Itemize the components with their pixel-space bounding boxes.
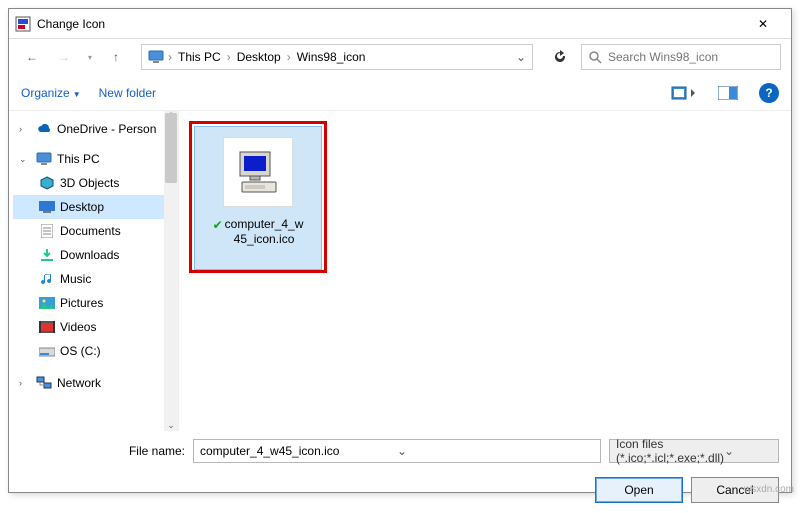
dialog-window: Change Icon ✕ ← → ▾ ↑ › This PC › Deskto… <box>8 8 792 493</box>
tree-label: Downloads <box>60 248 119 262</box>
file-pane[interactable]: ✔ computer_4_w45_icon.ico <box>179 111 791 431</box>
close-button[interactable]: ✕ <box>741 10 785 38</box>
tree-label: Documents <box>60 224 121 238</box>
tree-label: Network <box>57 376 101 390</box>
tree-label: Pictures <box>60 296 103 310</box>
new-folder-button[interactable]: New folder <box>99 86 156 100</box>
monitor-icon <box>148 50 164 64</box>
tree-label: Music <box>60 272 91 286</box>
sync-check-icon: ✔ <box>213 218 223 233</box>
organize-menu[interactable]: Organize▼ <box>21 86 81 100</box>
help-button[interactable]: ? <box>759 83 779 103</box>
drive-icon <box>39 343 55 359</box>
refresh-button[interactable] <box>545 44 575 70</box>
tree-network[interactable]: › Network <box>13 371 178 395</box>
crumb-desktop[interactable]: Desktop <box>235 48 283 66</box>
filetype-filter[interactable]: Icon files (*.ico;*.icl;*.exe;*.dll) ⌄ <box>609 439 779 463</box>
chevron-down-icon[interactable]: ⌄ <box>724 444 772 458</box>
video-icon <box>39 319 55 335</box>
tree-onedrive[interactable]: › OneDrive - Person <box>13 117 178 141</box>
window-title: Change Icon <box>37 17 741 31</box>
watermark: wsxdn.com <box>744 484 794 495</box>
crumb-folder[interactable]: Wins98_icon <box>295 48 368 66</box>
open-button[interactable]: Open <box>595 477 683 503</box>
download-icon <box>39 247 55 263</box>
search-input[interactable] <box>608 50 774 64</box>
tree-thispc[interactable]: ⌄ This PC <box>13 147 178 171</box>
monitor-icon <box>36 151 52 167</box>
chevron-right-icon: › <box>287 50 291 64</box>
breadcrumb[interactable]: › This PC › Desktop › Wins98_icon ⌄ <box>141 44 533 70</box>
chevron-right-icon: › <box>227 50 231 64</box>
filetype-value: Icon files (*.ico;*.icl;*.exe;*.dll) <box>616 437 724 465</box>
file-item[interactable]: ✔ computer_4_w45_icon.ico <box>194 126 322 270</box>
document-icon <box>39 223 55 239</box>
view-mode-button[interactable] <box>671 82 697 104</box>
title-bar: Change Icon ✕ <box>9 9 791 39</box>
file-thumbnail <box>223 137 293 207</box>
search-icon <box>588 50 602 64</box>
music-icon <box>39 271 55 287</box>
history-dropdown[interactable]: ▾ <box>83 44 97 70</box>
sidebar-scrollbar[interactable]: ⌃ ⌄ <box>164 111 178 431</box>
tree-label: Videos <box>60 320 96 334</box>
chevron-down-icon: ⌄ <box>19 154 31 165</box>
folder-tree: › OneDrive - Person ⌄ This PC 3D Objects <box>9 117 178 395</box>
chevron-down-icon[interactable]: ⌄ <box>397 444 594 458</box>
crumb-thispc[interactable]: This PC <box>176 48 223 66</box>
pictures-icon <box>39 295 55 311</box>
filename-combobox[interactable]: computer_4_w45_icon.ico ⌄ <box>193 439 601 463</box>
tree-pictures[interactable]: Pictures <box>13 291 178 315</box>
cube-icon <box>39 175 55 191</box>
app-icon <box>15 16 31 32</box>
chevron-right-icon: › <box>19 378 31 388</box>
tree-music[interactable]: Music <box>13 267 178 291</box>
tree-label: OS (C:) <box>60 344 101 358</box>
tree-3dobjects[interactable]: 3D Objects <box>13 171 178 195</box>
search-box[interactable] <box>581 44 781 70</box>
nav-sidebar: › OneDrive - Person ⌄ This PC 3D Objects <box>9 111 179 431</box>
tree-label: This PC <box>57 152 100 166</box>
chevron-right-icon: › <box>19 124 31 134</box>
file-caption: ✔ computer_4_w45_icon.ico <box>213 217 304 247</box>
tree-desktop[interactable]: Desktop <box>13 195 178 219</box>
tree-label: OneDrive - Person <box>57 122 156 136</box>
chevron-down-icon[interactable]: ⌄ <box>516 50 526 64</box>
back-button[interactable]: ← <box>19 44 45 70</box>
tree-documents[interactable]: Documents <box>13 219 178 243</box>
filename-label: File name: <box>121 444 185 458</box>
nav-row: ← → ▾ ↑ › This PC › Desktop › Wins98_ico… <box>9 39 791 75</box>
highlight-box: ✔ computer_4_w45_icon.ico <box>189 121 327 273</box>
tree-label: Desktop <box>60 200 104 214</box>
cloud-icon <box>36 121 52 137</box>
dialog-body: › OneDrive - Person ⌄ This PC 3D Objects <box>9 111 791 431</box>
toolbar: Organize▼ New folder ? <box>9 75 791 111</box>
up-button[interactable]: ↑ <box>103 44 129 70</box>
tree-videos[interactable]: Videos <box>13 315 178 339</box>
forward-button[interactable]: → <box>51 44 77 70</box>
chevron-right-icon: › <box>168 50 172 64</box>
tree-label: 3D Objects <box>60 176 119 190</box>
filename-value: computer_4_w45_icon.ico <box>200 444 397 458</box>
tree-osc[interactable]: OS (C:) <box>13 339 178 363</box>
tree-downloads[interactable]: Downloads <box>13 243 178 267</box>
network-icon <box>36 375 52 391</box>
desktop-icon <box>39 199 55 215</box>
preview-pane-button[interactable] <box>715 82 741 104</box>
scrollbar-thumb[interactable] <box>165 113 177 183</box>
